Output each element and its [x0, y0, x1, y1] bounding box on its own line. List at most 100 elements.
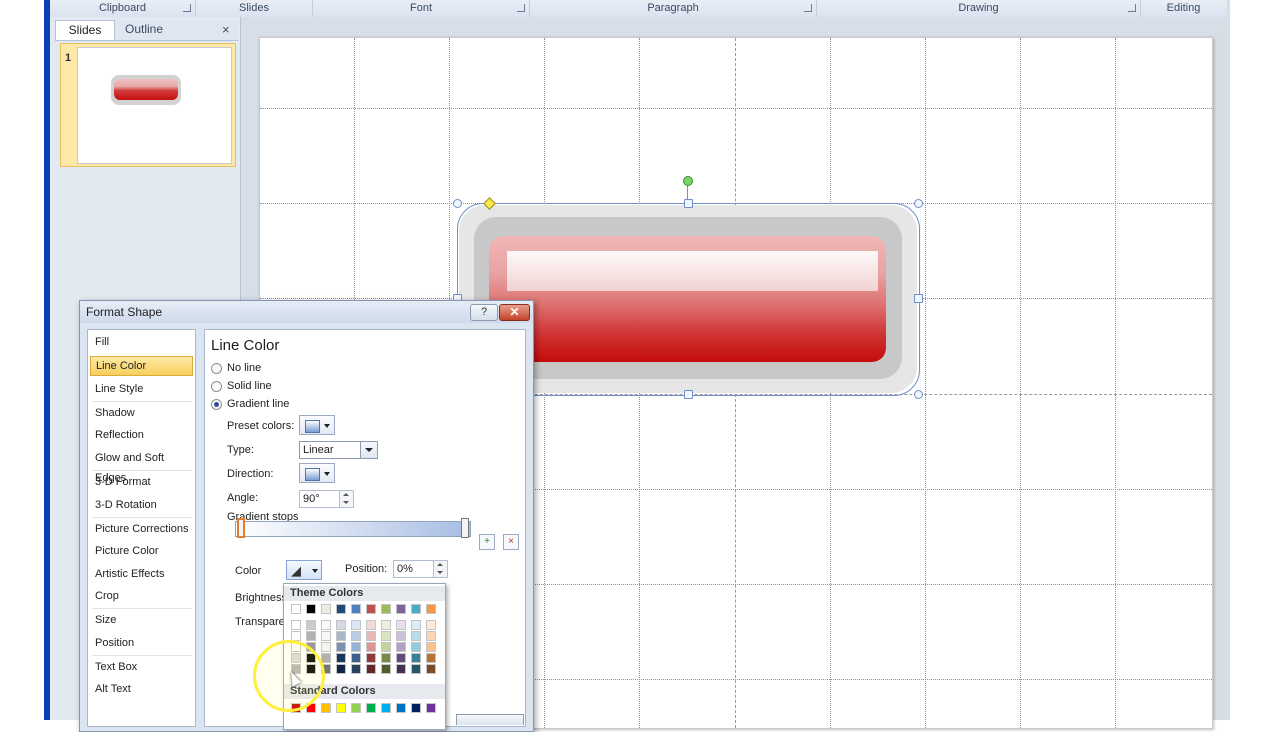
category-text-box[interactable]: Text Box	[90, 657, 193, 677]
theme-color-shade-swatch[interactable]	[411, 631, 421, 641]
theme-color-shade-swatch[interactable]	[321, 653, 331, 663]
dialog-launcher-icon[interactable]	[517, 4, 525, 12]
resize-handle[interactable]	[914, 294, 923, 303]
chevron-down-icon[interactable]	[360, 442, 377, 458]
color-picker-button[interactable]: ◢	[286, 560, 322, 580]
gradient-type-select[interactable]: Linear	[299, 441, 378, 459]
theme-color-shade-swatch[interactable]	[396, 653, 406, 663]
tab-slides[interactable]: Slides	[55, 20, 115, 40]
theme-color-shade-swatch[interactable]	[366, 620, 376, 630]
tab-outline[interactable]: Outline	[115, 20, 173, 39]
position-spinner[interactable]: 0%	[393, 560, 448, 578]
theme-color-shade-swatch[interactable]	[411, 653, 421, 663]
theme-color-shade-swatch[interactable]	[396, 631, 406, 641]
theme-color-swatch[interactable]	[411, 604, 421, 614]
theme-color-shade-swatch[interactable]	[336, 642, 346, 652]
direction-button[interactable]	[299, 463, 335, 483]
theme-color-shade-swatch[interactable]	[351, 653, 361, 663]
slide-thumbnail[interactable]	[77, 47, 232, 164]
category-3d-format[interactable]: 3-D Format	[90, 472, 193, 492]
radio-no-line[interactable]	[211, 363, 222, 374]
standard-color-swatch[interactable]	[381, 703, 391, 713]
category-line-color[interactable]: Line Color	[90, 356, 193, 376]
theme-color-shade-swatch[interactable]	[426, 620, 436, 630]
theme-color-shade-swatch[interactable]	[381, 631, 391, 641]
radio-gradient-line[interactable]	[211, 399, 222, 410]
theme-color-shade-swatch[interactable]	[291, 620, 301, 630]
theme-color-swatch[interactable]	[351, 604, 361, 614]
theme-color-shade-swatch[interactable]	[396, 620, 406, 630]
theme-color-shade-swatch[interactable]	[411, 620, 421, 630]
theme-color-swatch[interactable]	[426, 604, 436, 614]
dialog-launcher-icon[interactable]	[1128, 4, 1136, 12]
dialog-launcher-icon[interactable]	[183, 4, 191, 12]
category-picture-corrections[interactable]: Picture Corrections	[90, 519, 193, 539]
theme-color-shade-swatch[interactable]	[351, 664, 361, 674]
category-alt-text[interactable]: Alt Text	[90, 679, 193, 699]
theme-color-shade-swatch[interactable]	[426, 653, 436, 663]
theme-color-shade-swatch[interactable]	[426, 664, 436, 674]
gradient-stop[interactable]	[461, 518, 469, 538]
theme-color-shade-swatch[interactable]	[336, 620, 346, 630]
add-gradient-stop-icon[interactable]: +	[479, 534, 495, 550]
radio-solid-line[interactable]	[211, 381, 222, 392]
theme-color-swatch[interactable]	[291, 604, 301, 614]
category-line-style[interactable]: Line Style	[90, 379, 193, 399]
remove-gradient-stop-icon[interactable]: ×	[503, 534, 519, 550]
theme-color-shade-swatch[interactable]	[336, 664, 346, 674]
theme-color-shade-swatch[interactable]	[321, 631, 331, 641]
category-picture-color[interactable]: Picture Color	[90, 541, 193, 561]
category-fill[interactable]: Fill	[90, 332, 193, 352]
theme-color-shade-swatch[interactable]	[411, 664, 421, 674]
theme-color-shade-swatch[interactable]	[351, 642, 361, 652]
theme-color-shade-swatch[interactable]	[426, 642, 436, 652]
theme-color-shade-swatch[interactable]	[336, 631, 346, 641]
category-position[interactable]: Position	[90, 633, 193, 653]
standard-color-swatch[interactable]	[426, 703, 436, 713]
theme-color-shade-swatch[interactable]	[366, 653, 376, 663]
dialog-launcher-icon[interactable]	[804, 4, 812, 12]
category-size[interactable]: Size	[90, 610, 193, 630]
close-button[interactable]: ✕	[499, 304, 530, 321]
theme-color-shade-swatch[interactable]	[381, 642, 391, 652]
resize-handle[interactable]	[914, 199, 923, 208]
theme-color-shade-swatch[interactable]	[321, 642, 331, 652]
theme-color-shade-swatch[interactable]	[366, 642, 376, 652]
category-shadow[interactable]: Shadow	[90, 403, 193, 423]
gradient-stops-bar[interactable]	[235, 521, 471, 537]
standard-color-swatch[interactable]	[366, 703, 376, 713]
resize-handle[interactable]	[914, 390, 923, 399]
theme-color-shade-swatch[interactable]	[366, 664, 376, 674]
theme-color-swatch[interactable]	[336, 604, 346, 614]
theme-color-shade-swatch[interactable]	[381, 620, 391, 630]
standard-color-swatch[interactable]	[396, 703, 406, 713]
resize-handle[interactable]	[684, 199, 693, 208]
theme-color-swatch[interactable]	[321, 604, 331, 614]
theme-color-shade-swatch[interactable]	[336, 653, 346, 663]
theme-color-shade-swatch[interactable]	[351, 631, 361, 641]
theme-color-shade-swatch[interactable]	[426, 631, 436, 641]
resize-handle[interactable]	[684, 390, 693, 399]
theme-color-swatch[interactable]	[366, 604, 376, 614]
category-glow-soft-edges[interactable]: Glow and Soft Edges	[90, 448, 193, 484]
category-artistic-effects[interactable]: Artistic Effects	[90, 564, 193, 584]
preset-colors-button[interactable]	[299, 415, 335, 435]
spinner-arrows-icon[interactable]	[433, 561, 447, 577]
standard-color-swatch[interactable]	[411, 703, 421, 713]
close-pane-icon[interactable]: ×	[222, 22, 230, 37]
theme-color-swatch[interactable]	[396, 604, 406, 614]
theme-color-shade-swatch[interactable]	[396, 664, 406, 674]
theme-color-shade-swatch[interactable]	[366, 631, 376, 641]
dialog-title-bar[interactable]: Format Shape ? ✕	[80, 301, 533, 323]
theme-color-shade-swatch[interactable]	[396, 642, 406, 652]
spinner-arrows-icon[interactable]	[339, 491, 353, 507]
theme-color-shade-swatch[interactable]	[306, 631, 316, 641]
standard-color-swatch[interactable]	[321, 703, 331, 713]
theme-color-shade-swatch[interactable]	[381, 653, 391, 663]
standard-color-swatch[interactable]	[336, 703, 346, 713]
resize-handle[interactable]	[453, 199, 462, 208]
category-3d-rotation[interactable]: 3-D Rotation	[90, 495, 193, 515]
rotation-handle[interactable]	[683, 176, 693, 186]
theme-color-swatch[interactable]	[381, 604, 391, 614]
theme-color-shade-swatch[interactable]	[306, 620, 316, 630]
